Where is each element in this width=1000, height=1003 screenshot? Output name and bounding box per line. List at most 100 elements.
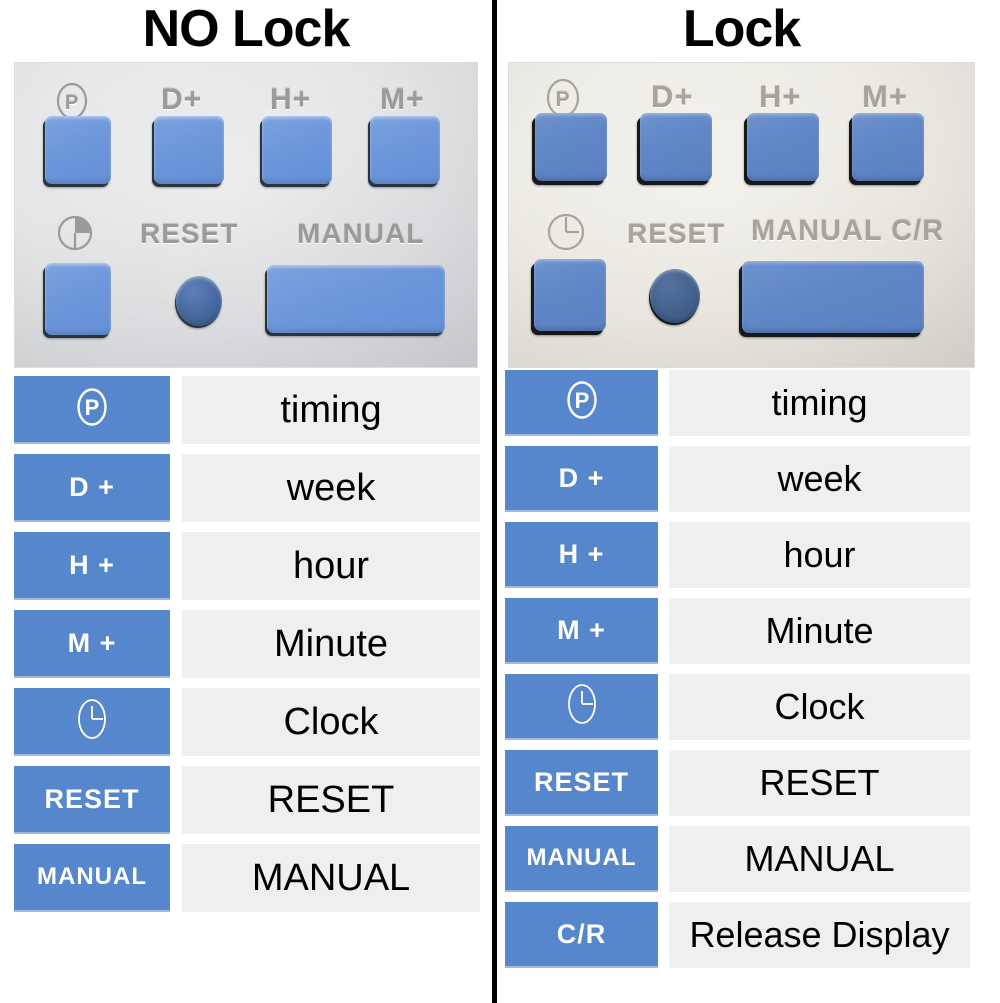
svg-text:P: P: [65, 92, 79, 114]
cell-gap: [170, 844, 182, 912]
clock-oval-icon: [74, 695, 110, 748]
cell-gap: [658, 674, 669, 740]
legend-desc-hour: hour: [182, 532, 480, 600]
device-key-m-plus[interactable]: [849, 113, 924, 185]
table-row: M + Minute: [14, 610, 480, 678]
legend-key-h-plus[interactable]: H +: [505, 522, 658, 588]
legend-key-d-plus[interactable]: D +: [14, 454, 170, 522]
engraved-label-reset: RESET: [627, 218, 726, 249]
table-row: MANUAL MANUAL: [505, 826, 970, 892]
engraved-clock-icon: [545, 211, 587, 253]
cell-gap: [658, 902, 669, 968]
engraved-label-manual-cr: MANUAL C/R: [751, 215, 945, 247]
cell-gap: [170, 454, 182, 522]
legend-key-label: D +: [69, 471, 115, 502]
device-key-p[interactable]: [43, 116, 111, 187]
legend-key-label: MANUAL: [526, 844, 637, 871]
page-root: NO Lock P D+ H+ M+ RESET MANUAL P timing…: [0, 0, 1000, 1003]
legend-key-clock[interactable]: [505, 674, 658, 740]
table-row: MANUAL MANUAL: [14, 844, 480, 912]
device-key-manual[interactable]: [265, 265, 445, 336]
table-row: RESET RESET: [14, 766, 480, 834]
table-row: P timing: [505, 370, 970, 436]
legend-desc-week: week: [182, 454, 480, 522]
legend-key-label: C/R: [556, 918, 607, 949]
legend-desc-timing: timing: [182, 376, 480, 444]
device-photo-no-lock: P D+ H+ M+ RESET MANUAL: [14, 62, 478, 368]
device-photo-lock: P D+ H+ M+ RESET MANUAL C/R: [508, 62, 975, 368]
cell-gap: [170, 610, 182, 678]
table-row: C/R Release Display: [505, 902, 970, 968]
engraved-label-m-plus: M+: [862, 79, 908, 114]
table-row: Clock: [505, 674, 970, 740]
svg-text:P: P: [85, 395, 100, 420]
device-key-d-plus[interactable]: [637, 113, 712, 185]
legend-table-no-lock: P timing D + week H + hour M + Minute Cl…: [14, 376, 480, 922]
table-row: D + week: [505, 446, 970, 512]
legend-key-label: RESET: [44, 783, 140, 814]
legend-desc-minute: Minute: [182, 610, 480, 678]
table-row: D + week: [14, 454, 480, 522]
cell-gap: [658, 522, 669, 588]
cell-gap: [170, 532, 182, 600]
cell-gap: [170, 766, 182, 834]
legend-desc-clock: Clock: [669, 674, 970, 740]
legend-key-label: H +: [69, 549, 115, 580]
cell-gap: [170, 688, 182, 756]
clock-oval-icon: [564, 680, 600, 733]
table-row: H + hour: [505, 522, 970, 588]
table-row: RESET RESET: [505, 750, 970, 816]
engraved-label-m-plus: M+: [380, 83, 425, 116]
table-row: M + Minute: [505, 598, 970, 664]
legend-desc-manual: MANUAL: [182, 844, 480, 912]
legend-desc-reset: RESET: [669, 750, 970, 816]
legend-key-d-plus[interactable]: D +: [505, 446, 658, 512]
p-circle-icon: P: [74, 385, 110, 434]
device-key-m-plus[interactable]: [368, 116, 440, 187]
cell-gap: [658, 446, 669, 512]
legend-key-cr[interactable]: C/R: [505, 902, 658, 968]
device-key-h-plus[interactable]: [744, 113, 819, 185]
legend-desc-hour: hour: [669, 522, 970, 588]
p-circle-icon: P: [564, 378, 600, 427]
legend-key-label: M +: [67, 627, 117, 658]
legend-key-label: MANUAL: [37, 863, 147, 890]
legend-key-label: D +: [558, 462, 605, 493]
engraved-p-circle-icon: P: [55, 81, 89, 121]
engraved-label-h-plus: H+: [270, 83, 312, 116]
legend-desc-timing: timing: [669, 370, 970, 436]
engraved-clock-icon: [55, 213, 95, 253]
legend-key-manual[interactable]: MANUAL: [14, 844, 170, 912]
device-key-clock[interactable]: [531, 259, 606, 335]
legend-desc-reset: RESET: [182, 766, 480, 834]
legend-key-manual[interactable]: MANUAL: [505, 826, 658, 892]
legend-key-clock[interactable]: [14, 688, 170, 756]
table-row: Clock: [14, 688, 480, 756]
device-key-reset[interactable]: [175, 276, 222, 328]
engraved-label-d-plus: D+: [651, 79, 694, 114]
device-key-p[interactable]: [532, 113, 607, 185]
legend-key-m-plus[interactable]: M +: [505, 598, 658, 664]
legend-key-label: H +: [558, 538, 605, 569]
legend-key-reset[interactable]: RESET: [505, 750, 658, 816]
cell-gap: [658, 750, 669, 816]
device-key-manual-cr[interactable]: [739, 261, 924, 337]
cell-gap: [170, 376, 182, 444]
cell-gap: [658, 826, 669, 892]
legend-key-reset[interactable]: RESET: [14, 766, 170, 834]
panel-title-lock: Lock: [682, 0, 801, 58]
device-key-reset[interactable]: [649, 269, 700, 325]
legend-key-p[interactable]: P: [14, 376, 170, 444]
legend-key-p[interactable]: P: [505, 370, 658, 436]
legend-desc-manual: MANUAL: [669, 826, 970, 892]
device-key-clock[interactable]: [43, 263, 111, 338]
legend-key-label: M +: [557, 614, 606, 645]
legend-key-h-plus[interactable]: H +: [14, 532, 170, 600]
engraved-label-h-plus: H+: [759, 79, 802, 114]
device-key-h-plus[interactable]: [260, 116, 332, 187]
legend-key-m-plus[interactable]: M +: [14, 610, 170, 678]
device-key-d-plus[interactable]: [152, 116, 224, 187]
engraved-label-d-plus: D+: [161, 83, 203, 116]
svg-text:P: P: [555, 88, 570, 111]
panel-divider: [492, 0, 497, 1003]
